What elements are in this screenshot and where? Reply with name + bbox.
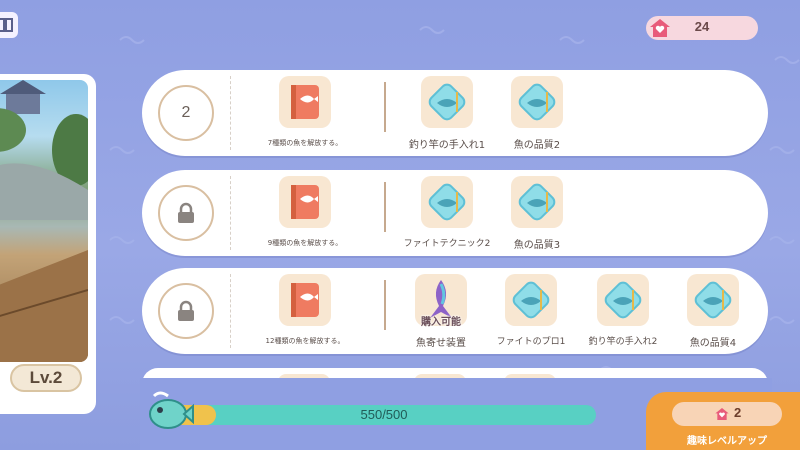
levelup-label: 趣味レベルアップ <box>687 436 767 447</box>
reward-item[interactable]: ファイトのプロ1 <box>486 274 576 347</box>
fish-quality-icon <box>518 183 556 221</box>
fish-quality-icon <box>428 83 466 121</box>
heart-house-icon <box>715 408 729 420</box>
row-divider <box>230 274 231 348</box>
xp-value: 550/500 <box>360 407 408 422</box>
fight-pro-icon <box>512 281 550 319</box>
reward-caption: 魚の品質3 <box>513 240 561 251</box>
row-divider <box>230 76 231 150</box>
unlock-fish-item[interactable]: 7種類の魚を解放する。 <box>260 76 350 148</box>
character-level-wrap <box>0 74 96 414</box>
levelup-count-pill: 2 <box>672 402 782 426</box>
locked-level-badge <box>158 283 214 339</box>
fish-quality-icon <box>694 281 732 319</box>
unlock-fish-item[interactable]: 12種類の魚を解放する。 <box>260 274 350 346</box>
reward-item[interactable]: 釣り竿の手入れ1 <box>402 76 492 151</box>
level-number-badge: 2 <box>158 85 214 141</box>
character-level: Lv.2 <box>10 364 82 392</box>
reward-item[interactable]: 釣り竿の手入れ2 <box>578 274 668 347</box>
reward-item[interactable]: 魚の品質3 <box>492 176 582 251</box>
rod-care-icon <box>604 281 642 319</box>
unlock-caption: 9種類の魚を解放する。 <box>267 239 343 247</box>
lock-icon <box>178 202 194 223</box>
level-row-3: 12種類の魚を解放する。 購入可能 魚寄せ装置 ファイトのプロ1 釣り竿の手入れ… <box>142 268 768 354</box>
row-separator <box>384 182 386 232</box>
fish-quality-icon <box>518 83 556 121</box>
row-separator <box>384 280 386 330</box>
hobby-levelup-button[interactable]: 2 趣味レベルアップ <box>646 392 800 450</box>
fight-technique-icon <box>428 183 466 221</box>
locked-level-badge <box>158 185 214 241</box>
reward-caption: ファイトテクニック2 <box>403 239 491 249</box>
reward-item[interactable]: 魚の品質4 <box>668 274 758 349</box>
reward-item[interactable]: ファイトテクニック2 <box>402 176 492 249</box>
level-row-1: 2 7種類の魚を解放する。 釣り竿の手入れ1 魚の品質2 <box>142 70 768 156</box>
reward-caption: ファイトのプロ1 <box>496 337 566 347</box>
row-separator <box>384 82 386 132</box>
reward-caption: 魚寄せ装置 <box>416 338 466 349</box>
reward-caption: 魚の品質4 <box>689 338 737 349</box>
reward-caption: 釣り竿の手入れ2 <box>588 337 658 347</box>
fish-book-icon <box>291 185 319 219</box>
level-row-2: 9種類の魚を解放する。 ファイトテクニック2 魚の品質3 <box>142 170 768 256</box>
buyable-badge: 購入可能 <box>421 317 461 328</box>
collection-book-button[interactable] <box>0 12 18 38</box>
levelup-count: 2 <box>734 405 742 420</box>
row-divider <box>230 176 231 250</box>
book-icon <box>0 18 13 32</box>
lock-icon <box>178 300 194 321</box>
currency-counter: 24 <box>646 16 758 40</box>
reward-caption: 魚の品質2 <box>513 140 561 151</box>
reward-caption: 釣り竿の手入れ1 <box>408 140 486 151</box>
reward-item[interactable]: 購入可能 魚寄せ装置 <box>396 274 486 349</box>
reward-item[interactable]: 魚の品質2 <box>492 76 582 151</box>
fish-book-icon <box>291 283 319 317</box>
fish-book-icon <box>291 85 319 119</box>
currency-value: 24 <box>694 19 710 34</box>
unlock-caption: 12種類の魚を解放する。 <box>265 337 345 345</box>
unlock-caption: 7種類の魚を解放する。 <box>267 139 343 147</box>
unlock-fish-item[interactable]: 9種類の魚を解放する。 <box>260 176 350 248</box>
